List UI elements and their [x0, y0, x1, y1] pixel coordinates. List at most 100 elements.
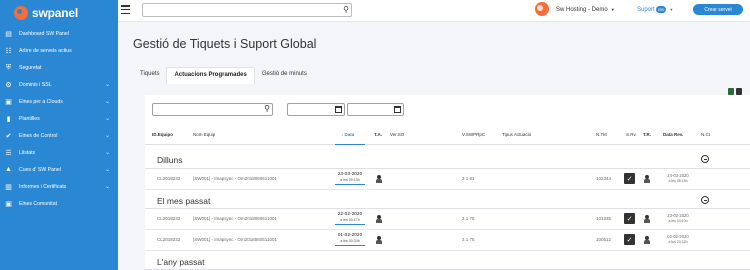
cell-date: 01-02-2020 a les 00:34h	[335, 233, 365, 246]
cell-vswp: 2.1.75	[462, 216, 475, 221]
user-icon	[376, 236, 382, 244]
filter-search-input[interactable]: ⚲	[152, 103, 273, 116]
actuacions-panel: ⚲ ID.Equipo Nom Equip ↓ Data T.A. Ver.SO…	[145, 95, 750, 270]
export-icons	[728, 88, 742, 95]
support-label: Suport	[637, 6, 655, 13]
rev-time: a les 08:15h	[668, 179, 688, 183]
menu-toggle-icon[interactable]	[121, 5, 130, 14]
rev-time: a les 23:32h	[668, 240, 688, 244]
group-name: L'any passat	[157, 257, 205, 267]
search-icon[interactable]: ⚲	[343, 5, 349, 14]
brand[interactable]: swpanel	[0, 0, 118, 25]
col-id-equipo[interactable]: ID.Equipo	[152, 132, 173, 137]
user-icon	[644, 175, 650, 183]
calendar-icon[interactable]	[335, 106, 342, 113]
sidebar-item-label: Eines de Control	[19, 132, 58, 139]
cell-ntkt[interactable]: 100512	[596, 237, 611, 242]
rev-time: a les 04:10h	[668, 219, 688, 223]
check-circle-icon: ✔	[5, 132, 12, 140]
calendar-icon[interactable]	[394, 106, 401, 113]
sidebar-item-label: Eines per a Clouds	[19, 98, 63, 105]
sidebar-item[interactable]: ▮ Plantilles ⌄	[0, 110, 118, 127]
date-to-input[interactable]	[347, 103, 404, 116]
chevron-down-icon: ⌄	[104, 99, 110, 105]
cell-ntkt[interactable]: 102344	[596, 176, 611, 181]
topbar: ⚲ Sw Hosting - Demo ▼ Suport 250 ▼ Crear …	[118, 0, 750, 22]
sidebar-item[interactable]: ▣ Eines Comunitat	[0, 195, 118, 212]
page-title: Gestió de Tiquets i Suport Global	[133, 37, 317, 51]
company-selector[interactable]: Sw Hosting - Demo ▼	[556, 7, 615, 13]
table-row[interactable]: CL2018232 [SW001] - Imapsync - Om2018060…	[145, 230, 750, 251]
sidebar-item-label: Dominis i SSL	[19, 81, 52, 88]
tree-icon: ☷	[5, 47, 12, 55]
sidebar-item[interactable]: ⛨ Seguretat	[0, 59, 118, 76]
pdf-export-icon[interactable]	[736, 88, 742, 95]
sidebar-item[interactable]: ✔ Eines de Control ⌄	[0, 127, 118, 144]
col-n-ci[interactable]: N.CI	[701, 132, 710, 137]
chart-icon: ▥	[5, 183, 12, 191]
cell-id: CL2018232	[157, 176, 181, 181]
col-s-rv[interactable]: S.Rv.	[626, 132, 637, 137]
excel-export-icon[interactable]	[728, 88, 734, 95]
col-nom-equip[interactable]: Nom Equip	[193, 132, 215, 137]
col-data[interactable]: ↓ Data	[341, 132, 354, 137]
search-icon[interactable]: ⚲	[264, 104, 270, 113]
group-header: Dilluns	[145, 151, 750, 169]
sidebar-item[interactable]: ▤ Dashboard SW Panel	[0, 25, 118, 42]
sidebar-item[interactable]: ▲ Cues d' SW Panel ⌄	[0, 161, 118, 178]
sidebar-item[interactable]: ▣ Eines per a Clouds ⌄	[0, 93, 118, 110]
cell-nom: [SW001] - Imapsync - Om2018060511001	[193, 216, 277, 221]
global-search-input[interactable]: ⚲	[142, 3, 352, 17]
table-row[interactable]: CL2018232 [SW001] - Imapsync - Om2018060…	[145, 169, 750, 190]
table-row[interactable]: CL2018232 [SW001] - Imapsync - Om2018060…	[145, 209, 750, 230]
col-n-tkt[interactable]: N.Tkt	[596, 132, 607, 137]
chevron-down-icon: ⌄	[104, 167, 110, 173]
tab-gestio-minuts[interactable]: Gestió de minuts	[255, 67, 314, 84]
tab-tiquets[interactable]: Tiquets	[133, 67, 166, 84]
cell-rev: 23-02-2020 a les 04:10h	[663, 213, 693, 223]
sidebar-item[interactable]: ⚙ Dominis i SSL ⌄	[0, 76, 118, 93]
col-tipus-actuacio[interactable]: Tipus Actuació	[502, 132, 531, 137]
toolbox-icon: ▣	[5, 98, 12, 106]
check-icon: ✓	[624, 213, 635, 224]
rev-date: 24-03-2020	[667, 173, 689, 178]
create-service-button[interactable]: Crear servei	[693, 4, 743, 15]
table-header: ID.Equipo Nom Equip ↓ Data T.A. Ver.SO V…	[145, 127, 750, 145]
time-value: a les 00:17h	[340, 218, 360, 222]
check-icon: ✓	[624, 173, 635, 184]
file-icon: ▮	[6, 115, 11, 123]
cell-vswp: 2.1.75	[462, 237, 475, 242]
toolbox-icon: ▣	[5, 200, 12, 208]
time-value: a les 09:15h	[340, 178, 360, 182]
user-icon	[644, 215, 650, 223]
col-ta[interactable]: T.A.	[374, 132, 382, 137]
sidebar-item[interactable]: ☰ Llistats ⌄	[0, 144, 118, 161]
sidebar-item-label: Informes i Certificats	[19, 183, 67, 190]
sort-indicator	[335, 144, 365, 145]
cell-id: CL2018232	[157, 237, 181, 242]
support-badge: 250	[655, 6, 667, 13]
brand-name: swpanel	[32, 5, 78, 20]
tab-actuacions-programades[interactable]: Actuacions Programades	[166, 67, 255, 84]
col-t-r[interactable]: T.R.	[643, 132, 651, 137]
group-name: Dilluns	[157, 155, 183, 165]
user-icon	[644, 236, 650, 244]
group-header: L'any passat	[145, 253, 750, 270]
support-menu[interactable]: Suport 250 ▼	[637, 6, 673, 13]
col-data-rev[interactable]: Data Rev.	[663, 132, 683, 137]
sidebar-item[interactable]: ▥ Informes i Certificats ⌄	[0, 178, 118, 195]
collapse-icon[interactable]	[701, 155, 709, 163]
date-value: 23-03-2020	[337, 172, 363, 177]
shield-icon: ⛨	[5, 63, 12, 71]
chevron-down-icon: ⌄	[104, 184, 110, 190]
cell-rev: 24-03-2020 a les 08:15h	[663, 173, 693, 183]
col-v-swprpc[interactable]: V.SWPRpC	[462, 132, 485, 137]
chevron-down-icon: ▼	[610, 7, 615, 12]
cell-nom: [SW001] - Imapsync - Om2018060511001	[193, 237, 277, 242]
sidebar-item[interactable]: ☷ Arbre de serveis actius	[0, 42, 118, 59]
sidebar: swpanel ▤ Dashboard SW Panel ☷ Arbre de ser…	[0, 0, 118, 270]
collapse-icon[interactable]	[701, 196, 709, 204]
col-ver-so[interactable]: Ver.SO	[390, 132, 404, 137]
cell-ntkt[interactable]: 101335	[596, 216, 611, 221]
date-from-input[interactable]	[287, 103, 345, 116]
